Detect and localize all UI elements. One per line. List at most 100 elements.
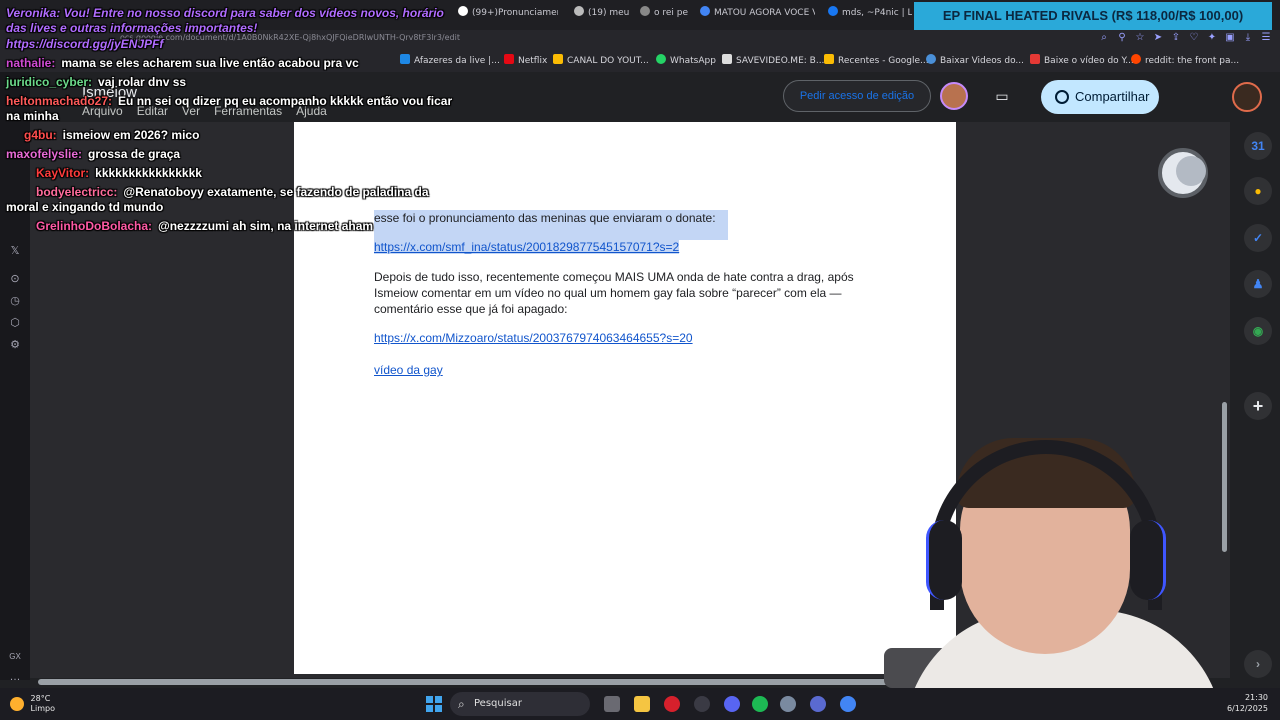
account-avatar[interactable] — [1232, 82, 1262, 112]
collapse-panel-icon[interactable]: › — [1244, 650, 1272, 678]
globe-icon — [1055, 90, 1069, 104]
bookmark-afazeres[interactable]: Afazeres da live |... — [400, 54, 500, 66]
taskbar-search[interactable]: Pesquisar — [450, 692, 590, 716]
bookmark-reddit[interactable]: reddit: the front pa... — [1131, 54, 1239, 66]
bookmark-canal[interactable]: CANAL DO YOUT... — [553, 54, 649, 66]
google-icon — [700, 6, 710, 16]
extensions-icon[interactable]: ⬡ — [8, 316, 22, 330]
menu-ajuda[interactable]: Ajuda — [296, 104, 327, 118]
bookmark-icon[interactable]: ☆ — [1134, 32, 1146, 44]
contacts-icon[interactable]: ♟ — [1244, 270, 1272, 298]
google-side-panel: 31 ● ✓ ♟ ◉ + › — [1236, 122, 1280, 680]
wallet-icon[interactable]: ▣ — [1224, 32, 1236, 44]
keep-icon[interactable]: ● — [1244, 177, 1272, 205]
opera-gx-icon[interactable] — [664, 696, 680, 712]
youtube-dl-icon — [1030, 54, 1040, 64]
task-view-icon[interactable] — [604, 696, 620, 712]
doc-link-3[interactable]: vídeo da gay — [374, 363, 443, 377]
google-drive-icon — [824, 54, 834, 64]
download-site-icon — [926, 54, 936, 64]
settings-icon[interactable]: ⚙ — [8, 338, 22, 352]
tab-x[interactable]: (19) meu — [574, 6, 634, 24]
doc-paragraph-line-2: Ismeiow comentar em um vídeo no qual um … — [374, 286, 842, 300]
share-icon[interactable]: ⇪ — [1170, 32, 1182, 44]
menu-ferramentas[interactable]: Ferramentas — [214, 104, 282, 118]
donation-goal-banner: EP FINAL HEATED RIVALS (R$ 118,00/R$ 100… — [914, 2, 1272, 30]
doc-link-2[interactable]: https://x.com/Mizzoaro/status/2003767974… — [374, 331, 693, 345]
trello-icon — [400, 54, 410, 64]
zoom-icon[interactable]: ⌕ — [1098, 32, 1110, 44]
weather-widget[interactable]: 28°C Limpo — [10, 694, 55, 714]
request-edit-access-button[interactable]: Pedir acesso de edição — [783, 80, 931, 112]
webcam-overlay — [860, 420, 1230, 720]
menu-icon[interactable]: ☰ — [1260, 32, 1272, 44]
tab-pronunciamento[interactable]: (99+)Pronunciamento so — [458, 6, 558, 24]
spotify-icon[interactable] — [752, 696, 768, 712]
more-icon[interactable]: … — [8, 670, 22, 684]
tab-matou[interactable]: MATOU AGORA VOCE VA — [700, 6, 815, 24]
whatsapp-icon — [656, 54, 666, 64]
temperature: 28°C — [30, 694, 51, 703]
windows-taskbar: 28°C Limpo Pesquisar 21:30 6/12/2025 — [0, 688, 1280, 720]
document-page[interactable]: esse foi o pronunciamento das meninas qu… — [294, 122, 956, 674]
horizontal-scrollbar[interactable] — [38, 679, 908, 685]
tab-o-rei[interactable]: o rei pe — [640, 6, 690, 24]
menu-editar[interactable]: Editar — [137, 104, 168, 118]
document-title[interactable]: Ismeiow — [82, 84, 137, 101]
add-addon-icon[interactable]: + — [1244, 392, 1272, 420]
bookmark-baixar[interactable]: Baixar Videos do... — [926, 54, 1024, 66]
history-icon[interactable]: ◷ — [8, 294, 22, 308]
bookmark-recentes[interactable]: Recentes - Google... — [824, 54, 929, 66]
tab-mds[interactable]: mds, ~P4nic | Lun — [828, 6, 912, 24]
send-icon[interactable]: ➤ — [1152, 32, 1164, 44]
share-button[interactable]: Compartilhar — [1041, 80, 1159, 114]
gx-label[interactable]: GX — [8, 650, 22, 664]
moon-icon — [1158, 148, 1208, 198]
start-button[interactable] — [426, 696, 442, 712]
address-bar: ocs.google.com/document/d/1A0B0NkR42XE-Q… — [0, 30, 1280, 48]
pin-icon[interactable]: ⚲ — [1116, 32, 1128, 44]
tv-icon — [640, 6, 650, 16]
doc-link-1[interactable]: https://x.com/smf_ina/status/20018298775… — [374, 240, 680, 254]
file-explorer-icon[interactable] — [634, 696, 650, 712]
system-clock[interactable]: 21:30 6/12/2025 — [1227, 692, 1268, 714]
headphone-cup-right — [1130, 520, 1166, 600]
calendar-icon[interactable]: 31 — [1244, 132, 1272, 160]
bookmark-savevideo[interactable]: SAVEVIDEO.ME: B... — [722, 54, 824, 66]
bookmark-whatsapp[interactable]: WhatsApp — [656, 54, 716, 66]
x-icon[interactable]: 𝕏 — [8, 244, 22, 258]
discord-icon[interactable] — [724, 696, 740, 712]
download-icon[interactable]: ⤓ — [1242, 32, 1254, 44]
menu-ver[interactable]: Ver — [182, 104, 200, 118]
extensions-icon[interactable]: ✦ — [1206, 32, 1218, 44]
app-icon[interactable] — [780, 696, 796, 712]
player-icon[interactable]: ⊙ — [8, 272, 22, 286]
app-icon[interactable] — [810, 696, 826, 712]
browser-tab-bar: (99+)Pronunciamento so (19) meu o rei pe… — [0, 0, 1280, 30]
doc-paragraph-line-1: Depois de tudo isso, recentemente começo… — [374, 270, 854, 284]
netflix-icon — [504, 54, 514, 64]
headphone-cup-left — [926, 520, 962, 600]
screen: (99+)Pronunciamento so (19) meu o rei pe… — [0, 0, 1280, 720]
maps-icon[interactable]: ◉ — [1244, 317, 1272, 345]
sun-icon — [10, 697, 24, 711]
docs-menu-bar: Arquivo Editar Ver Ferramentas Ajuda — [82, 104, 327, 118]
heart-icon[interactable]: ♡ — [1188, 32, 1200, 44]
bookmark-netflix[interactable]: Netflix — [504, 54, 547, 66]
share-label: Compartilhar — [1075, 89, 1150, 104]
clock-time: 21:30 — [1244, 693, 1268, 702]
app-icon[interactable] — [694, 696, 710, 712]
doc-line-intro: esse foi o pronunciamento das meninas qu… — [374, 210, 728, 240]
tasks-icon[interactable]: ✓ — [1244, 224, 1272, 252]
meet-icon[interactable]: ▭ — [980, 80, 1024, 112]
facebook-icon — [828, 6, 838, 16]
tiktok-icon — [458, 6, 468, 16]
collaborator-avatar[interactable] — [940, 82, 968, 110]
menu-arquivo[interactable]: Arquivo — [82, 104, 123, 118]
drive-icon — [553, 54, 563, 64]
chrome-icon[interactable] — [840, 696, 856, 712]
toolbar-icons: ⌕ ⚲ ☆ ➤ ⇪ ♡ ✦ ▣ ⤓ ☰ — [1098, 32, 1272, 44]
url-text[interactable]: ocs.google.com/document/d/1A0B0NkR42XE-Q… — [120, 33, 460, 42]
bookmark-baixe[interactable]: Baixe o vídeo do Y... — [1030, 54, 1134, 66]
savevideo-icon — [722, 54, 732, 64]
